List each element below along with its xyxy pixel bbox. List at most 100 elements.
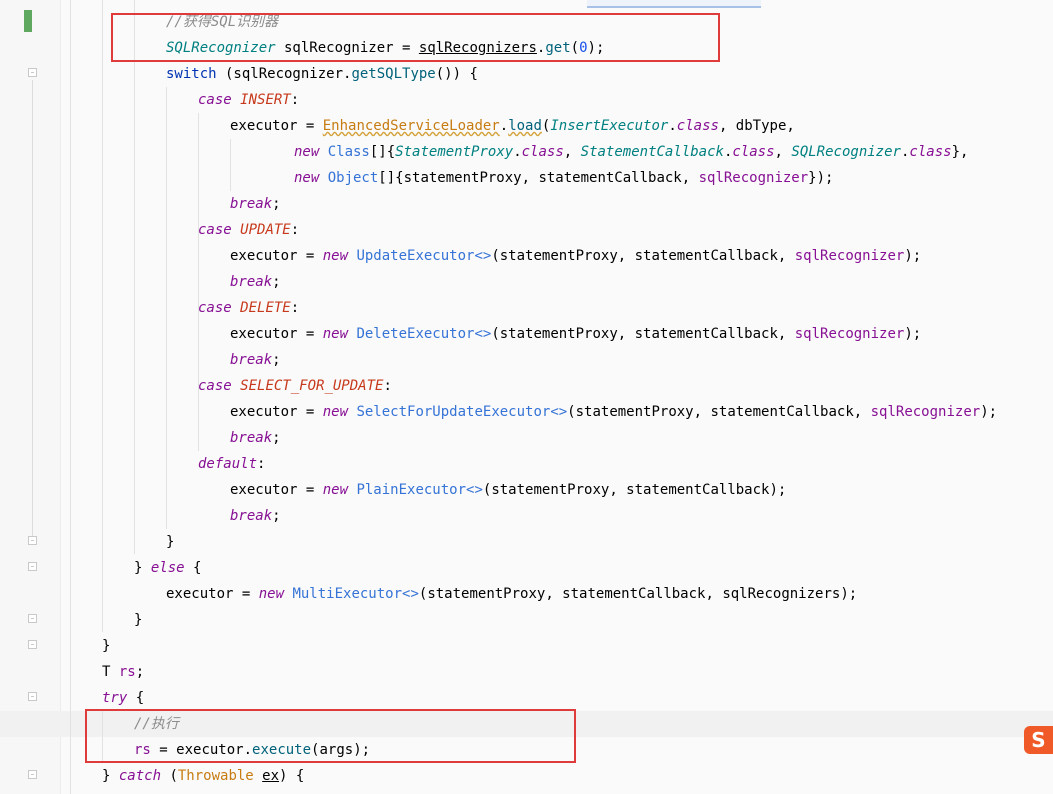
code-line[interactable]: executor = new SelectForUpdateExecutor<>… [230, 399, 997, 425]
code-token: ); [904, 326, 922, 342]
code-token: ; [272, 274, 281, 290]
ime-sogou-icon[interactable]: S [1024, 726, 1053, 754]
scroll-indicator [587, 0, 761, 8]
code-line[interactable]: break; [230, 347, 281, 373]
code-line[interactable]: default: [198, 451, 265, 477]
fold-toggle-icon[interactable] [28, 536, 37, 545]
code-line[interactable]: case SELECT_FOR_UPDATE: [198, 373, 392, 399]
fold-guide [32, 80, 33, 540]
fold-toggle-icon[interactable] [28, 770, 37, 779]
code-token: PlainExecutor<> [356, 482, 483, 498]
code-line[interactable]: executor = EnhancedServiceLoader.load(In… [230, 113, 795, 139]
code-line[interactable]: new Object[]{statementProxy, statementCa… [294, 165, 833, 191]
code-token: . [513, 144, 522, 160]
code-line[interactable]: } [102, 633, 110, 659]
fold-toggle-icon[interactable] [28, 562, 37, 571]
code-token: class [909, 144, 952, 160]
code-token: sqlRecognizer [698, 170, 809, 186]
code-token: , [563, 144, 581, 160]
code-token: } [134, 612, 143, 628]
fold-toggle-icon[interactable] [28, 640, 37, 649]
code-line[interactable]: break; [230, 503, 281, 529]
code-token: break [230, 196, 273, 212]
code-line[interactable]: } catch (Throwable ex) { [102, 763, 304, 789]
code-token: case [198, 300, 241, 316]
code-line[interactable]: switch (sqlRecognizer.getSQLType()) { [166, 61, 478, 87]
code-line[interactable]: T rs; [102, 659, 144, 685]
code-token: (sqlRecognizer. [216, 66, 352, 82]
code-token: sqlRecognizer [794, 326, 905, 342]
fold-toggle-icon[interactable] [28, 68, 37, 77]
code-token: rs [118, 664, 136, 680]
code-token: (statementProxy, statementCallback, sqlR… [418, 586, 858, 602]
code-token: executor [230, 118, 306, 134]
code-token: SQLRecognizer [791, 144, 901, 160]
code-token: MultiExecutor<> [292, 586, 419, 602]
code-token: ( [161, 768, 178, 784]
code-token: class [732, 144, 775, 160]
code-token: class [521, 144, 564, 160]
code-token: executor [230, 482, 306, 498]
code-line[interactable]: case UPDATE: [198, 217, 299, 243]
code-token: else [150, 560, 185, 576]
code-line[interactable]: } [134, 607, 142, 633]
code-token: ex [262, 768, 280, 784]
code-token: : [290, 92, 300, 108]
code-token: , dbType, [718, 118, 795, 134]
code-token: } [134, 560, 151, 576]
code-token: break [230, 274, 273, 290]
code-token: new [322, 248, 357, 264]
code-token: DELETE [240, 300, 291, 316]
indent-guide [166, 87, 167, 529]
code-line[interactable]: executor = new PlainExecutor<>(statement… [230, 477, 786, 503]
code-token: try [102, 690, 128, 706]
code-token: executor [166, 586, 242, 602]
code-token: sqlRecognizer [794, 248, 905, 264]
code-token: . [668, 118, 677, 134]
code-line[interactable]: } else { [134, 555, 201, 581]
code-line[interactable]: break; [230, 425, 281, 451]
code-token: (statementProxy, statementCallback, [491, 326, 795, 342]
code-line[interactable]: case DELETE: [198, 295, 299, 321]
code-token: ); [980, 404, 998, 420]
code-token: UPDATE [240, 222, 291, 238]
code-line[interactable]: executor = new MultiExecutor<>(statement… [166, 581, 857, 607]
fold-toggle-icon[interactable] [28, 692, 37, 701]
code-token: ; [272, 352, 281, 368]
code-token: ; [272, 508, 281, 524]
code-line[interactable]: try { [102, 685, 144, 711]
code-token: StatementCallback [580, 144, 724, 160]
code-token: ) { [279, 768, 305, 784]
code-token: getSQLType [351, 66, 436, 82]
code-line[interactable]: case INSERT: [198, 87, 299, 113]
code-token: StatementProxy [395, 144, 514, 160]
vcs-change-marker[interactable] [24, 10, 32, 32]
code-line[interactable]: } [166, 529, 174, 555]
code-line[interactable]: break; [230, 269, 281, 295]
code-token: } [166, 534, 175, 550]
code-token: case [198, 378, 241, 394]
indent-guide [230, 139, 231, 191]
code-token: : [290, 300, 300, 316]
code-token: break [230, 352, 273, 368]
code-token: ; [272, 196, 281, 212]
code-line[interactable]: new Class[]{StatementProxy.class, Statem… [294, 139, 968, 165]
code-token: : [383, 378, 392, 394]
code-token: default [198, 456, 258, 472]
code-token: SelectForUpdateExecutor<> [356, 404, 568, 420]
code-line[interactable]: executor = new DeleteExecutor<>(statemen… [230, 321, 921, 347]
code-line[interactable]: break; [230, 191, 281, 217]
code-token: ; [135, 664, 145, 680]
code-token: sqlRecognizer [870, 404, 981, 420]
code-token: EnhancedServiceLoader [322, 118, 500, 134]
editor-gutter [0, 0, 60, 794]
code-token: executor [230, 404, 306, 420]
code-line[interactable]: executor = new UpdateExecutor<>(statemen… [230, 243, 921, 269]
code-token: T [102, 664, 119, 680]
fold-toggle-icon[interactable] [28, 614, 37, 623]
